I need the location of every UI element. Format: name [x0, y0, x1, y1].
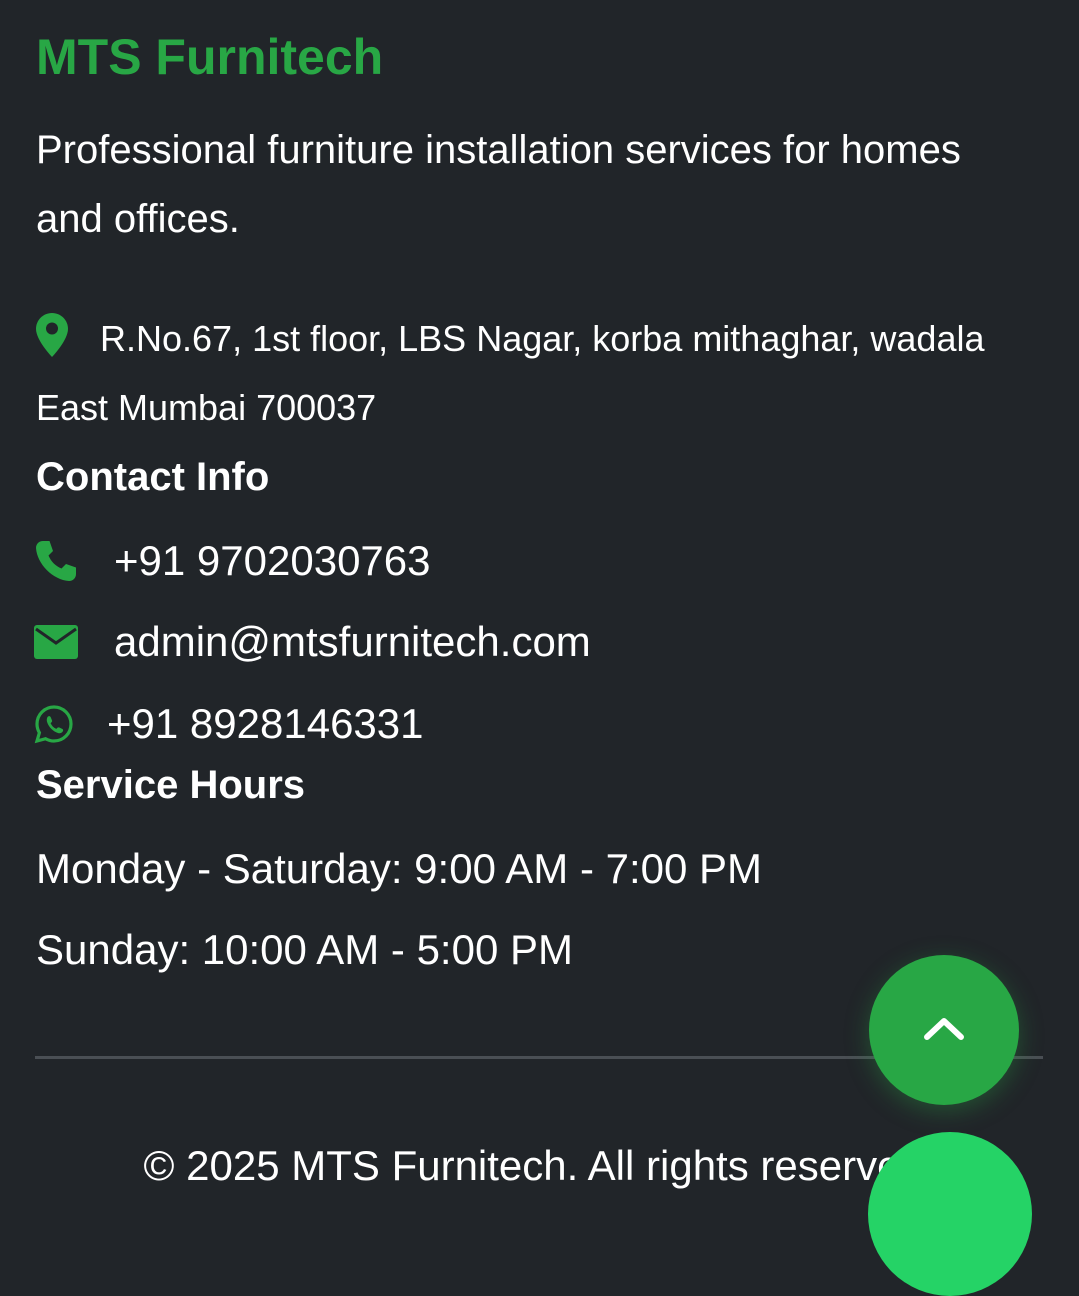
- envelope-icon: [34, 625, 114, 659]
- brand-title: MTS Furnitech: [36, 29, 384, 85]
- map-marker-icon: [36, 310, 68, 357]
- contact-whatsapp[interactable]: +91 8928146331: [34, 699, 424, 749]
- hours-weekdays: Monday - Saturday: 9:00 AM - 7:00 PM: [36, 845, 763, 892]
- contact-phone[interactable]: +91 9702030763: [34, 536, 431, 586]
- whatsapp-icon: [34, 704, 107, 744]
- phone-number[interactable]: +91 9702030763: [114, 537, 431, 585]
- phone-icon: [34, 539, 114, 583]
- hours-sunday: Sunday: 10:00 AM - 5:00 PM: [36, 926, 573, 973]
- site-footer: MTS Furnitech Professional furniture ins…: [0, 0, 1079, 1296]
- contact-info-heading: Contact Info: [36, 455, 270, 499]
- brand-tagline: Professional furniture installation serv…: [36, 128, 961, 241]
- email-address[interactable]: admin@mtsfurnitech.com: [114, 618, 591, 666]
- address-block: R.No.67, 1st floor, LBS Nagar, korba mit…: [36, 304, 1046, 442]
- service-hours-heading: Service Hours: [36, 763, 306, 807]
- whatsapp-number[interactable]: +91 8928146331: [107, 700, 424, 748]
- contact-email[interactable]: admin@mtsfurnitech.com: [34, 617, 591, 667]
- back-to-top-button[interactable]: [869, 955, 1019, 1105]
- address-text: R.No.67, 1st floor, LBS Nagar, korba mit…: [36, 318, 985, 428]
- chevron-up-icon: [922, 1013, 966, 1048]
- whatsapp-chat-button[interactable]: [868, 1132, 1032, 1296]
